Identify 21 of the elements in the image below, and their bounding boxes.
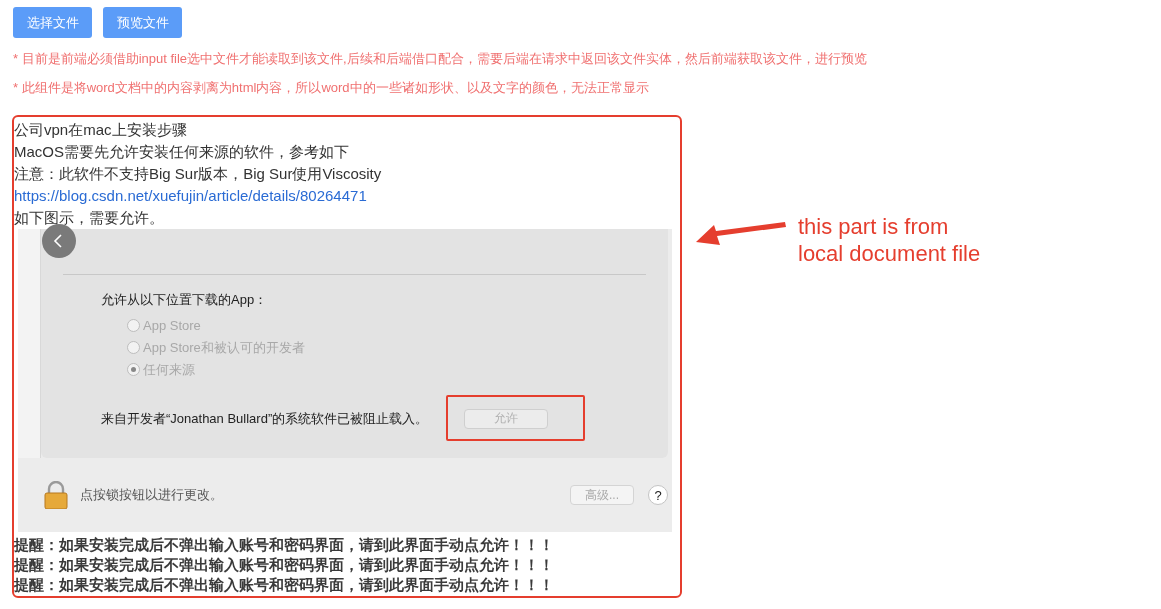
doc-text: 注意：此软件不支持Big Sur版本，Big Sur使用Viscosity — [14, 164, 382, 184]
file-button[interactable]: 选择文件 — [13, 7, 92, 38]
advanced-button[interactable]: 高级... — [570, 485, 634, 505]
note-text: * 此组件是将word文档中的内容剥离为html内容，所以word中的一些诸如形状、以及文字的颜色，无法正常显示 — [13, 79, 650, 96]
doc-text: 公司vpn在mac上安装步骤 — [14, 120, 187, 140]
lock-icon[interactable] — [44, 481, 68, 509]
allow-button[interactable]: 允许 — [464, 408, 548, 429]
blocked-message: 来自开发者“Jonathan Bullard”的系统软件已被阻止载入。 — [101, 410, 429, 428]
reminder-text: 提醒：如果安装完成后不弹出输入账号和密码界面，请到此界面手动点允许！！！ — [14, 555, 554, 575]
file-button[interactable]: 预览文件 — [103, 7, 182, 38]
annotation-text: this part is from local document file — [798, 213, 982, 267]
lock-message: 点按锁按钮以进行更改。 — [80, 486, 224, 504]
doc-text: 如下图示，需要允许。 — [14, 208, 164, 228]
reminder-text: 提醒：如果安装完成后不弹出输入账号和密码界面，请到此界面手动点允许！！！ — [14, 575, 554, 595]
setting-heading: 允许从以下位置下载的App： — [101, 291, 268, 309]
back-icon — [42, 224, 76, 258]
note-text: * 目前是前端必须借助input file选中文件才能读取到该文件,后续和后端借口配合，需要后端在请求中返回该文件实体，然后前端获取该文件，进行预览 — [13, 50, 868, 67]
help-button[interactable]: ? — [648, 485, 668, 505]
doc-text: MacOS需要先允许安装任何来源的软件，参考如下 — [14, 142, 349, 162]
doc-link[interactable]: https://blog.csdn.net/xuefujin/article/details/80264471 — [14, 185, 367, 207]
reminder-text: 提醒：如果安装完成后不弹出输入账号和密码界面，请到此界面手动点允许！！！ — [14, 535, 554, 555]
